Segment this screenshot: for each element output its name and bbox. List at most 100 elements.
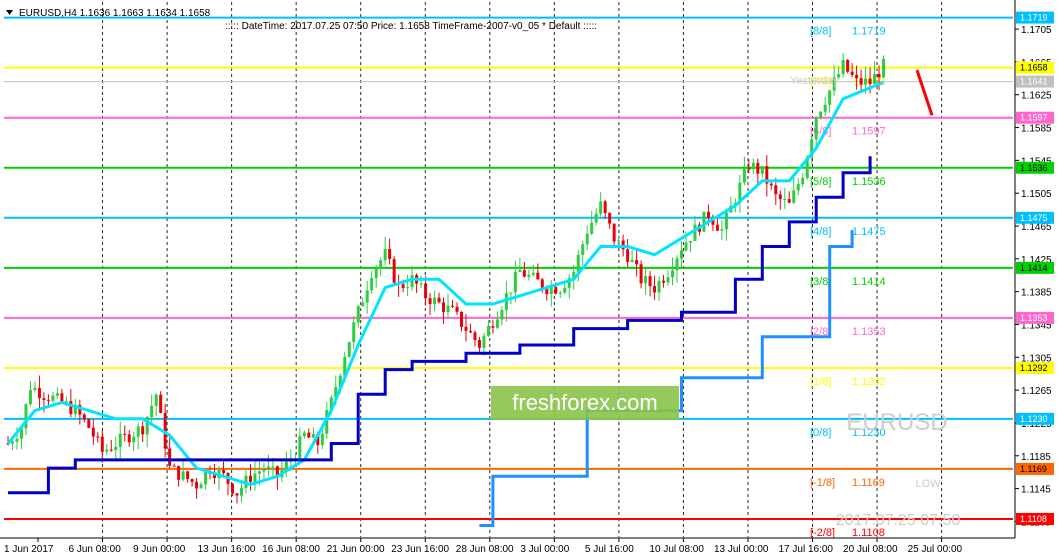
candle-body [549, 287, 553, 295]
candle-body [859, 78, 863, 85]
murrey-level-label: [-1/8] [810, 477, 835, 489]
y-tick-label: 1.1265 [1021, 386, 1052, 397]
candle-body [715, 224, 719, 231]
candle-body [352, 322, 356, 343]
candle-body [127, 434, 131, 443]
candle-body [706, 211, 710, 218]
price-tag-text: 1.1353 [1020, 313, 1048, 323]
candle-body [774, 185, 778, 195]
murrey-level-value: 1.1475 [852, 226, 886, 238]
candle-body [486, 326, 490, 336]
candle-body [850, 71, 854, 75]
candle-body [365, 290, 369, 303]
candle-body [451, 305, 455, 307]
x-tick-label: 16 Jun 08:00 [262, 544, 320, 555]
candle-body [262, 469, 266, 472]
yesterday-label: Yesterday [790, 75, 839, 87]
murrey-level-label: [-2/8] [810, 527, 835, 539]
candle-body [114, 446, 118, 451]
candle-body [608, 213, 612, 224]
candle-body [379, 260, 383, 268]
candle-body [428, 298, 432, 305]
candle-body [751, 162, 755, 170]
candle-body [639, 264, 643, 284]
candle-body [594, 213, 598, 223]
murrey-level-label: [3/8] [810, 276, 831, 288]
candle-body [760, 166, 764, 174]
candle-body [105, 449, 109, 452]
candle-body [455, 306, 459, 312]
price-tag-text: 1.1597 [1020, 113, 1048, 123]
murrey-level-value: 1.1597 [852, 126, 886, 138]
candle-body [796, 184, 800, 191]
murrey-level-value: 1.1414 [852, 276, 886, 288]
candle-body [15, 438, 19, 442]
info-header: ::::: DateTime: 2017.07.25 07:50 Price: … [225, 21, 597, 32]
candle-body [311, 433, 315, 438]
candle-body [96, 436, 100, 438]
candle-body [235, 493, 239, 496]
candle-body [132, 436, 136, 443]
price-chart[interactable]: [8/8]1.1719[7/8]1.1658[6/8]1.1597[5/8]1.… [0, 0, 1059, 560]
chart-window[interactable]: [8/8]1.1719[7/8]1.1658[6/8]1.1597[5/8]1.… [0, 0, 1059, 560]
candle-body [531, 272, 535, 275]
candle-body [406, 287, 410, 289]
candle-body [307, 432, 311, 438]
murrey-level-label: [1/8] [810, 376, 831, 388]
candle-body [778, 194, 782, 200]
candle-body [356, 306, 360, 323]
candle-body [518, 270, 522, 273]
x-tick-label: 3 Jul 00:00 [520, 544, 569, 555]
candle-body [141, 426, 145, 435]
candle-body [724, 212, 728, 230]
candle-body [401, 284, 405, 289]
x-tick-label: 28 Jun 08:00 [456, 544, 514, 555]
y-tick-label: 1.1705 [1021, 25, 1052, 36]
candle-body [688, 240, 692, 243]
candle-body [239, 488, 243, 496]
candle-body [599, 201, 603, 214]
candle-body [477, 340, 481, 348]
candle-body [46, 399, 50, 401]
candle-body [181, 471, 185, 480]
candle-body [513, 272, 517, 293]
candle-body [522, 270, 526, 277]
candle-body [437, 297, 441, 303]
candle-body [154, 394, 158, 406]
candle-body [841, 59, 845, 75]
candle-body [819, 111, 823, 118]
candle-body [195, 481, 199, 489]
x-tick-label: 25 Jul 00:00 [908, 544, 963, 555]
candle-body [199, 484, 203, 489]
price-tag-text: 1.1292 [1020, 363, 1048, 373]
x-tick-label: 23 Jun 16:00 [391, 544, 449, 555]
candle-body [55, 393, 59, 396]
candle-body [172, 465, 176, 467]
candle-body [756, 162, 760, 174]
candle-body [882, 58, 886, 78]
candle-body [433, 297, 437, 305]
x-tick-label: 17 Jul 16:00 [779, 544, 834, 555]
candle-body [69, 401, 73, 415]
candle-body [612, 223, 616, 242]
candle-body [459, 311, 463, 327]
x-tick-label: 10 Jul 08:00 [649, 544, 704, 555]
candle-body [491, 326, 495, 328]
candle-body [644, 276, 648, 284]
candle-body [257, 471, 261, 474]
candle-body [868, 78, 872, 84]
candle-body [446, 305, 450, 312]
candle-body [720, 229, 724, 231]
candle-body [204, 471, 208, 485]
candle-body [150, 405, 154, 417]
murrey-level-value: 1.1353 [852, 326, 886, 338]
candle-body [500, 310, 504, 320]
candle-body [666, 277, 670, 283]
candle-body [495, 319, 499, 328]
candle-body [558, 292, 562, 294]
candle-body [82, 414, 86, 420]
murrey-level-label: [0/8] [810, 427, 831, 439]
candle-body [787, 199, 791, 203]
candle-body [675, 258, 679, 271]
candle-body [671, 270, 675, 278]
